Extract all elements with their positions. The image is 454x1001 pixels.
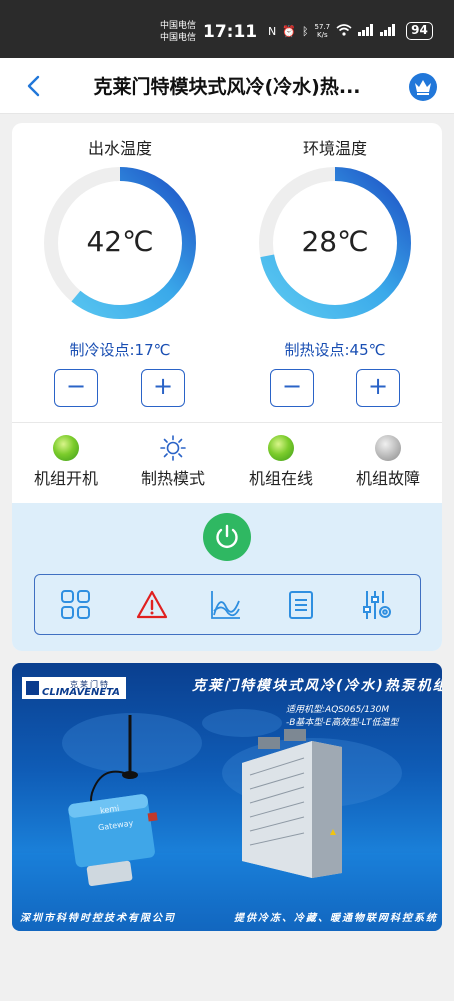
signal-icon-2 — [380, 23, 396, 39]
banner-company: 深圳市科特时控技术有限公司 — [20, 913, 176, 924]
title-bar: 克莱门特模块式风冷(冷水)热... — [0, 58, 454, 114]
clock: 17:11 — [203, 22, 258, 42]
status-bar: 中国电信 中国电信 17:11 N ⏰ ᛒ 57.7 K/s 94 — [0, 0, 454, 58]
alarm-icon: ⏰ — [282, 24, 296, 38]
grid-icon[interactable] — [60, 589, 92, 621]
cooling-setpoint-increase-button[interactable]: + — [141, 369, 185, 407]
chart-icon[interactable] — [210, 589, 242, 621]
crown-icon — [415, 80, 431, 95]
status-icons: N ⏰ ᛒ 57.7 K/s 94 — [268, 22, 433, 40]
power-icon — [216, 524, 238, 548]
sun-icon — [160, 435, 186, 461]
gray-lamp-icon — [375, 435, 401, 461]
net-speed: 57.7 K/s — [314, 23, 331, 39]
nfc-icon: N — [268, 24, 277, 38]
wifi-icon — [336, 23, 352, 39]
carrier-2: 中国电信 — [160, 33, 197, 43]
power-button[interactable] — [203, 513, 251, 561]
green-lamp-icon — [53, 435, 79, 461]
document-icon[interactable] — [285, 589, 317, 621]
heating-setpoint-increase-button[interactable]: + — [356, 369, 400, 407]
heating-setpoint-label: 制热设点:45℃ — [284, 341, 386, 359]
chevron-left-icon — [27, 75, 40, 97]
unit-control-card: 出水温度 42℃ 制冷设点:17℃ − + 环境温度 28℃ 制热设点:45℃ … — [12, 123, 442, 651]
status-unit-fault: 机组故障 — [338, 435, 438, 489]
function-toolbar — [34, 574, 421, 635]
warning-icon[interactable] — [136, 589, 168, 621]
status-unit-online: 机组在线 — [231, 435, 331, 489]
control-panel — [12, 503, 442, 651]
page-title: 克莱门特模块式风冷(冷水)热... — [93, 76, 361, 98]
heating-setpoint-decrease-button[interactable]: − — [270, 369, 314, 407]
ambient-temp-value: 28℃ — [301, 225, 369, 258]
ambient-temp-title: 环境温度 — [302, 139, 367, 158]
outlet-temp-title: 出水温度 — [87, 139, 152, 158]
battery-indicator: 94 — [406, 22, 433, 40]
divider — [12, 422, 442, 423]
status-heating-mode: 制热模式 — [123, 435, 223, 489]
banner-model-line: 适用机型:AQS065/130M — [286, 705, 390, 715]
green-lamp-icon — [268, 435, 294, 461]
banner-slogan: 提供冷冻、冷藏、暖通物联网科控系统 — [234, 913, 438, 924]
sliders-icon[interactable] — [361, 589, 393, 621]
signal-icon-1 — [358, 23, 374, 39]
banner-title: 克莱门特模块式风冷(冷水)热泵机组 — [192, 678, 442, 694]
carrier-labels: 中国电信 中国电信 — [160, 20, 196, 44]
product-banner[interactable]: 克莱门特 CLIMAVENETA 克莱门特模块式风冷(冷水)热泵机组 适用机型:… — [12, 663, 442, 931]
carrier-1: 中国电信 — [160, 21, 197, 31]
bluetooth-icon: ᛒ — [301, 24, 309, 38]
back-button[interactable] — [20, 72, 48, 100]
banner-series-line: -B基本型-E高效型-LT低温型 — [286, 718, 399, 728]
outlet-temp-value: 42℃ — [86, 225, 154, 258]
brand-logo: 克莱门特 CLIMAVENETA — [22, 677, 126, 699]
cooling-setpoint-decrease-button[interactable]: − — [54, 369, 98, 407]
vip-button[interactable] — [409, 73, 437, 101]
cooling-setpoint-label: 制冷设点:17℃ — [69, 341, 171, 359]
status-unit-on: 机组开机 — [16, 435, 116, 489]
